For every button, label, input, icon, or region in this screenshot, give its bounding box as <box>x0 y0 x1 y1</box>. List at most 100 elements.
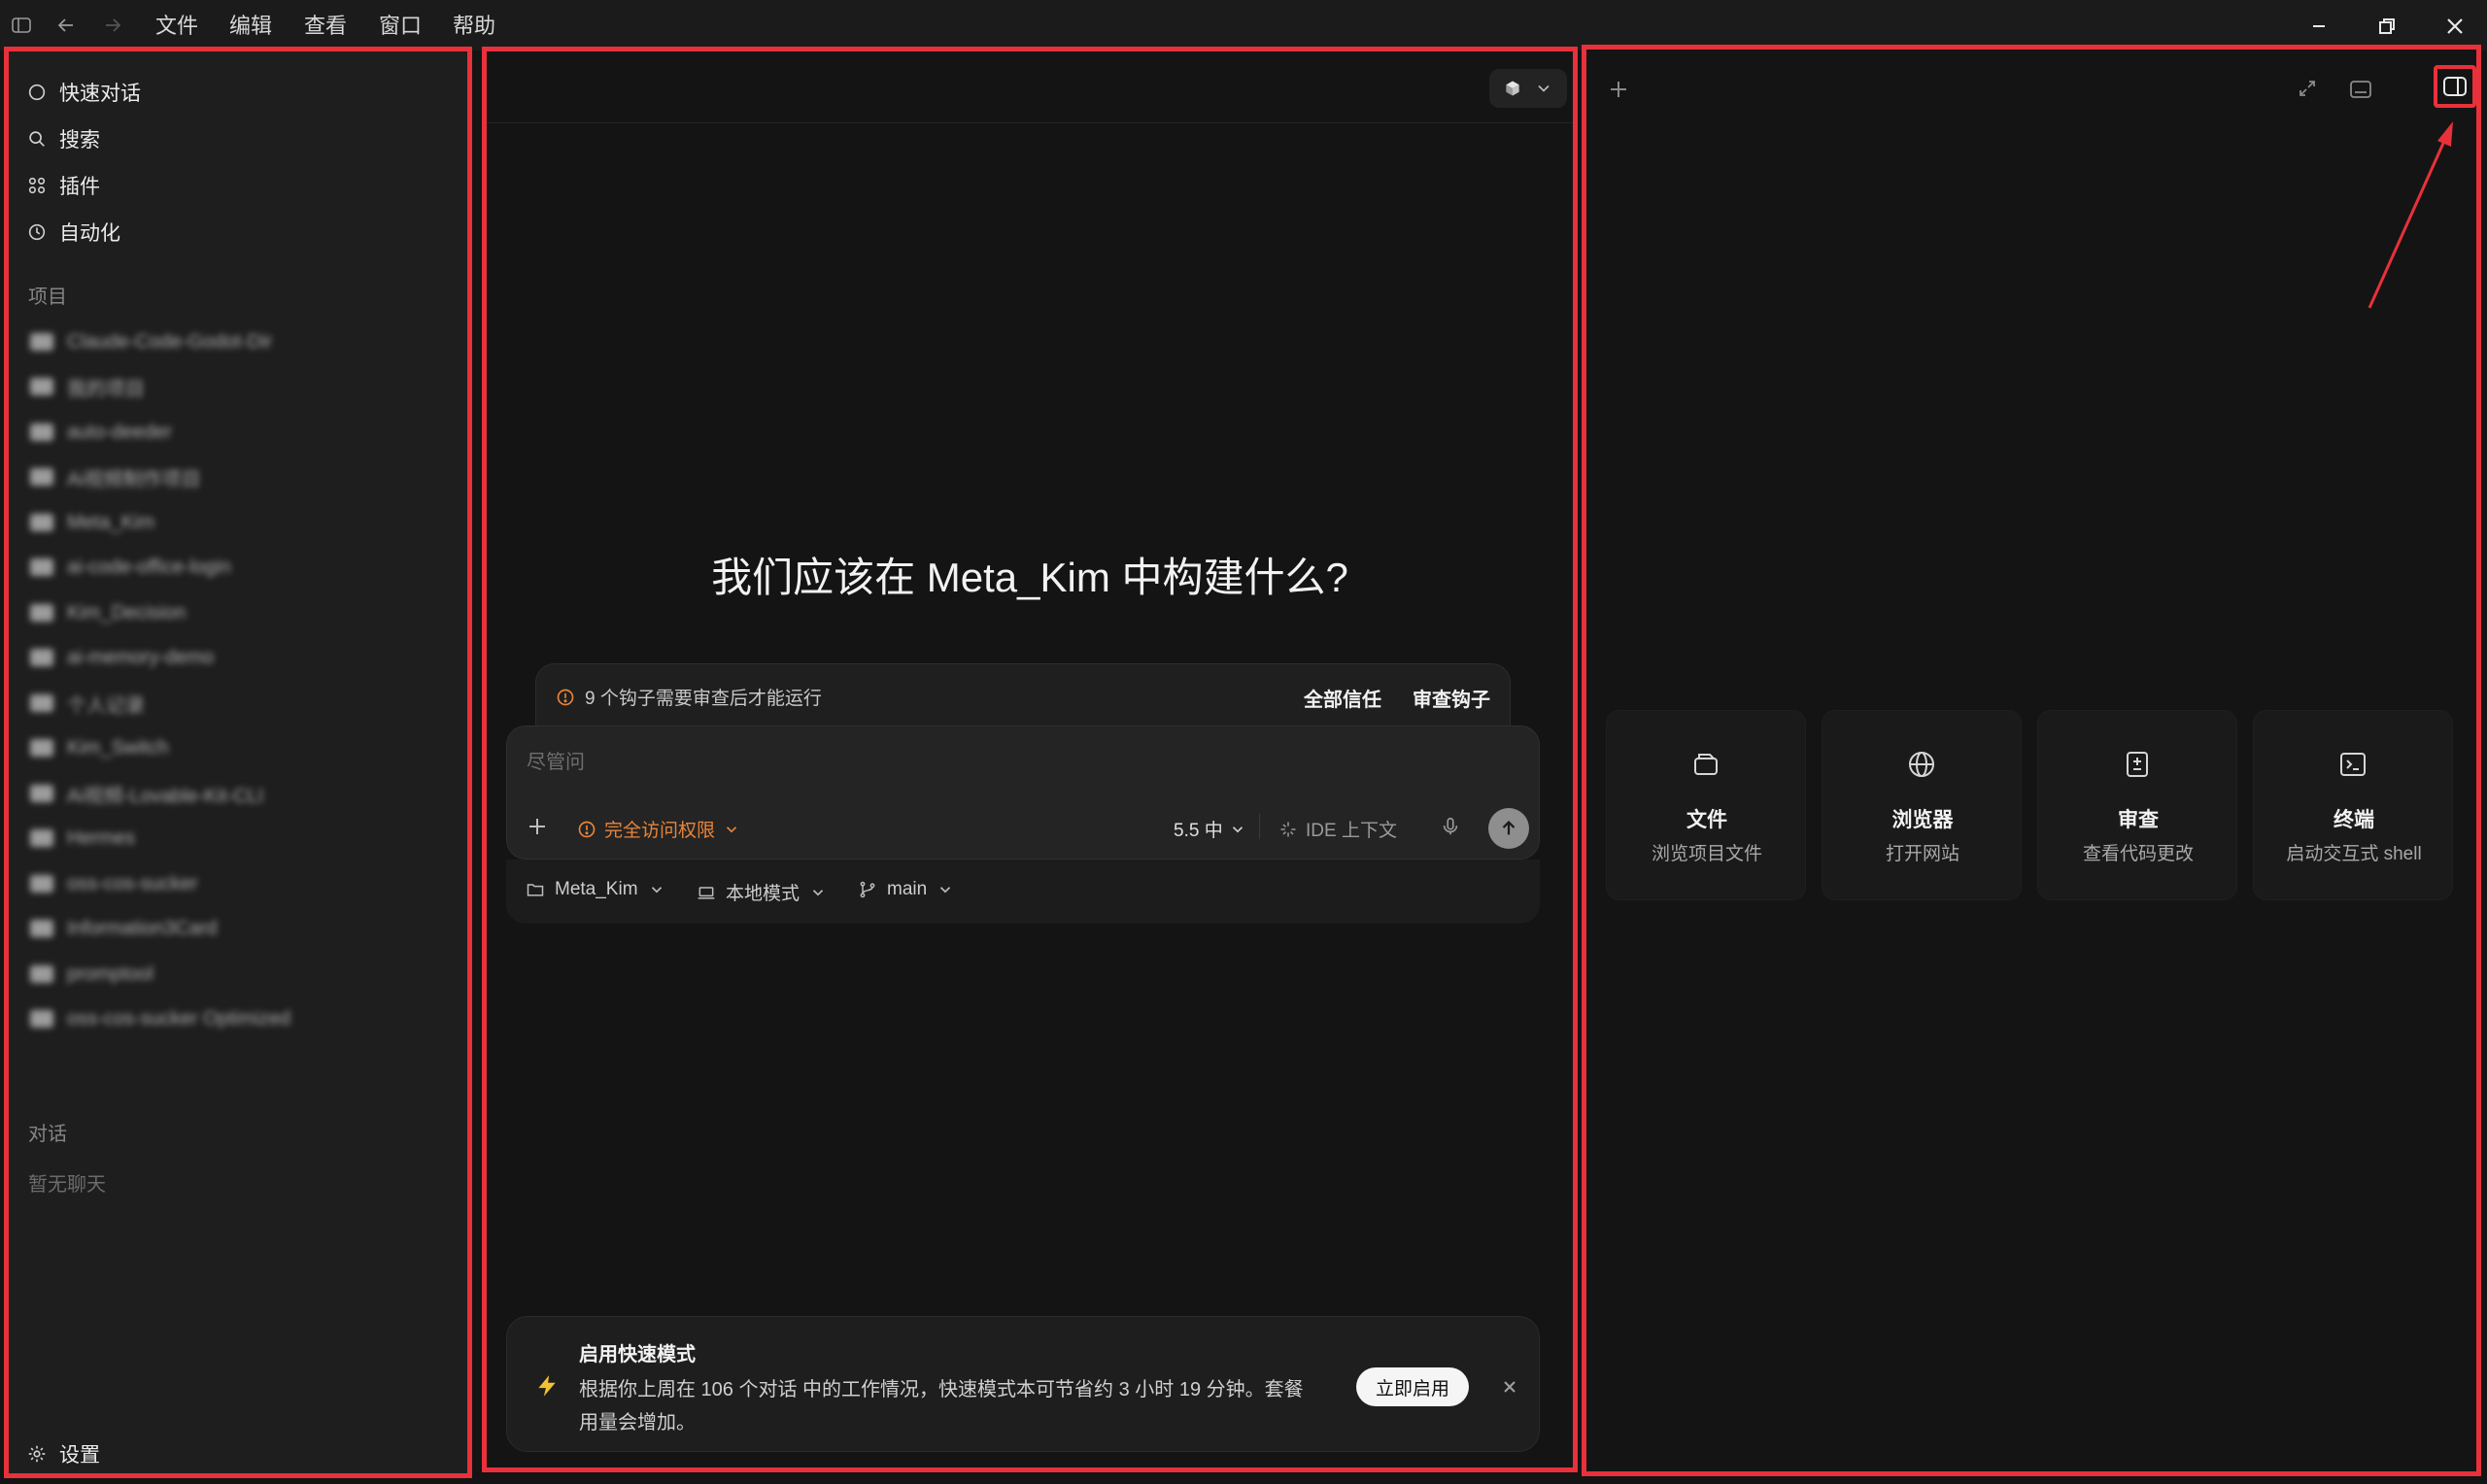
microphone-icon[interactable] <box>1440 816 1461 837</box>
card-title: 文件 <box>1686 809 1727 831</box>
composer-input[interactable]: 尽管问 <box>527 746 585 774</box>
project-item[interactable]: ai-code-office-login <box>30 555 231 580</box>
project-item[interactable]: Ai视频-Lovable-Kit-CLI <box>30 781 263 807</box>
restore-icon[interactable] <box>2372 12 2402 41</box>
send-button[interactable] <box>1488 808 1529 849</box>
close-icon[interactable] <box>1498 1375 1521 1399</box>
trust-all-button[interactable]: 全部信任 <box>1304 684 1381 712</box>
project-item[interactable]: Hermes <box>30 826 135 851</box>
chevron-down-icon <box>726 826 737 832</box>
model-dropdown[interactable]: 5.5 中 <box>1174 816 1246 842</box>
card-subtitle: 启动交互式 shell <box>2286 844 2422 864</box>
branch-label: main <box>887 879 928 899</box>
folder-icon <box>30 1010 53 1028</box>
menu-view[interactable]: 查看 <box>304 14 347 39</box>
bottom-panel-icon[interactable] <box>2348 77 2373 102</box>
project-selector[interactable]: Meta_Kim <box>526 879 665 900</box>
banner-body-cont: 用量会增加。 <box>579 1412 696 1433</box>
folder-icon <box>30 514 53 531</box>
project-item[interactable]: oss-cos-sucker Optimized <box>30 1006 290 1031</box>
sidebar-item-label: 搜索 <box>59 129 100 152</box>
sidebar-item-quick-chat[interactable]: 快速对话 <box>26 73 141 112</box>
project-item[interactable]: ai-memory-demo <box>30 645 214 670</box>
expand-icon[interactable] <box>2296 77 2319 100</box>
sidebar-item-plugins[interactable]: 插件 <box>26 166 100 205</box>
page-title: 我们应该在 Meta_Kim 中构建什么? <box>711 555 1348 600</box>
menu-file[interactable]: 文件 <box>155 14 198 39</box>
folder-icon <box>527 884 544 896</box>
mode-selector[interactable]: 本地模式 <box>697 879 827 905</box>
project-item[interactable]: Kim_Decision <box>30 600 186 625</box>
clock-icon <box>28 223 46 241</box>
sidebar-item-search[interactable]: 搜索 <box>26 119 100 158</box>
chevron-down-icon <box>940 887 951 894</box>
sidebar-toggle-icon[interactable] <box>10 14 33 37</box>
folder-icon <box>30 829 53 847</box>
environment-selector[interactable] <box>1489 69 1567 108</box>
project-item[interactable]: Kim_Switch <box>30 735 168 760</box>
review-card[interactable]: 审查 查看代码更改 <box>2037 710 2237 900</box>
cube-icon <box>1506 81 1519 96</box>
banner-body: 根据你上周在 106 个对话 中的工作情况，快速模式本可节省约 3 小时 19 … <box>579 1379 1304 1400</box>
chat-area: 我们应该在 Meta_Kim 中构建什么? 9 个钩子需要审查后才能运行 全部信… <box>482 47 1578 1472</box>
chevron-down-icon <box>1232 826 1243 832</box>
card-subtitle: 查看代码更改 <box>2082 844 2194 864</box>
chats-section-label: 对话 <box>28 1124 67 1145</box>
card-title: 终端 <box>2334 809 2374 831</box>
folder-icon <box>30 785 53 802</box>
git-branch-icon <box>860 881 875 898</box>
card-title: 审查 <box>2118 809 2159 831</box>
sidebar-item-label: 快速对话 <box>59 83 141 105</box>
browser-card[interactable]: 浏览器 打开网站 <box>1822 710 2022 900</box>
menu-help[interactable]: 帮助 <box>453 14 495 39</box>
project-item[interactable]: Ai视频制作项目 <box>30 464 201 490</box>
terminal-icon <box>2336 748 2369 781</box>
folder-icon <box>30 965 53 983</box>
sidebar: 快速对话 搜索 插件 自动化 项目 Claude-Code-Godot-Dir … <box>4 47 472 1478</box>
menu-edit[interactable]: 编辑 <box>229 14 272 39</box>
ide-context-toggle[interactable]: IDE 上下文 <box>1278 816 1397 842</box>
plugins-grid-icon <box>28 177 46 194</box>
forward-arrow-icon[interactable] <box>101 14 124 37</box>
menu-window[interactable]: 窗口 <box>379 14 422 39</box>
project-item[interactable]: promptool <box>30 961 153 987</box>
project-item[interactable]: Claude-Code-Godot-Dir <box>30 329 272 354</box>
review-hooks-button[interactable]: 审查钩子 <box>1413 684 1490 712</box>
chevron-down-icon <box>812 889 824 895</box>
title-bar: 文件 编辑 查看 窗口 帮助 <box>0 0 2487 51</box>
folder-icon <box>30 920 53 937</box>
empty-chats-text: 暂无聊天 <box>28 1174 106 1196</box>
sidebar-item-automation[interactable]: 自动化 <box>26 213 120 252</box>
enable-fast-mode-button[interactable]: 立即启用 <box>1356 1367 1469 1406</box>
gear-icon <box>28 1445 46 1463</box>
context-row: Meta_Kim 本地模式 main <box>506 860 1540 924</box>
project-item[interactable]: Information3Card <box>30 916 218 941</box>
project-item[interactable]: auto-deeder <box>30 420 172 445</box>
side-panel-toggle-icon[interactable] <box>2440 72 2470 101</box>
terminal-card[interactable]: 终端 启动交互式 shell <box>2253 710 2453 900</box>
chat-toolbar <box>487 51 1573 123</box>
project-item[interactable]: 个人记录 <box>30 691 145 717</box>
back-arrow-icon[interactable] <box>54 14 78 37</box>
project-item[interactable]: oss-cos-sucker <box>30 871 197 896</box>
minimize-icon[interactable] <box>2304 12 2334 41</box>
search-icon <box>29 131 45 147</box>
permission-dropdown[interactable]: 完全访问权限 <box>577 816 740 842</box>
project-item[interactable]: 我的项目 <box>30 374 145 400</box>
chevron-down-icon <box>651 887 662 894</box>
folder-icon <box>30 875 53 893</box>
lightning-icon <box>538 1375 556 1397</box>
files-icon <box>1689 748 1722 781</box>
sparkle-icon <box>1280 822 1296 836</box>
files-card[interactable]: 文件 浏览项目文件 <box>1606 710 1806 900</box>
card-title: 浏览器 <box>1891 809 1954 831</box>
project-item[interactable]: Meta_Kim <box>30 510 154 535</box>
settings-button[interactable]: 设置 <box>26 1434 100 1473</box>
branch-selector[interactable]: main <box>858 879 954 900</box>
close-window-icon[interactable] <box>2440 12 2470 41</box>
add-attachment-icon[interactable] <box>525 814 550 839</box>
sidebar-item-label: 插件 <box>59 176 100 198</box>
projects-section-label: 项目 <box>28 287 67 308</box>
new-tab-icon[interactable] <box>1606 77 1631 102</box>
hooks-warning-text: 9 个钩子需要审查后才能运行 <box>585 689 822 709</box>
